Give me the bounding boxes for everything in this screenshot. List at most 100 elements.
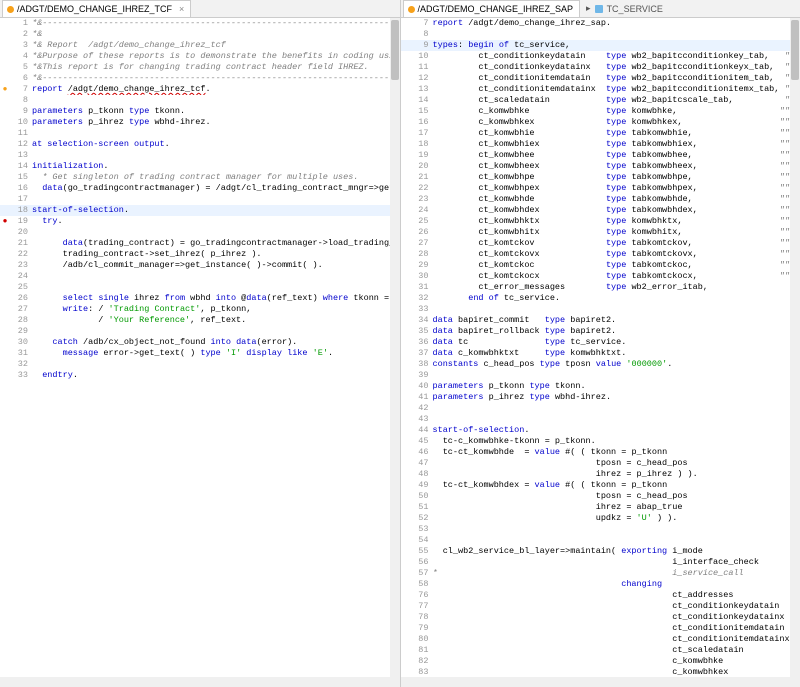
line-content[interactable]: tposn = c_head_pos (433, 491, 800, 502)
line-content[interactable]: updkz = 'U' ) ). (433, 513, 800, 524)
code-line[interactable]: 28 / 'Your Reference', ref_text. (0, 315, 400, 326)
code-line[interactable]: 51 ihrez = abap_true (401, 502, 800, 513)
line-content[interactable] (32, 359, 400, 370)
code-line[interactable]: 21 ct_komwbhpe type tabkomwbhpe, "" part… (401, 172, 800, 183)
line-content[interactable] (433, 304, 800, 315)
code-line[interactable]: 4*&Purpose of these reports is to demons… (0, 51, 400, 62)
line-content[interactable]: data bapiret_rollback type bapiret2. (433, 326, 800, 337)
line-content[interactable]: /adb/cl_commit_manager=>get_instance( )-… (32, 260, 400, 271)
code-line[interactable]: 80 ct_conditionitemdatainx = tc-ct_condi… (401, 634, 800, 645)
line-content[interactable]: data tc type tc_service. (433, 337, 800, 348)
tab-right[interactable]: /ADGT/DEMO_CHANGE_IHREZ_SAP (403, 0, 581, 17)
code-line[interactable]: 54 (401, 535, 800, 546)
line-content[interactable] (433, 414, 800, 425)
code-line[interactable]: 44start-of-selection. (401, 425, 800, 436)
line-content[interactable]: ct_komwbhiex type tabkomwbhiex, "" contr… (433, 139, 800, 150)
code-line[interactable]: 30 catch /adb/cx_object_not_found into d… (0, 337, 400, 348)
code-line[interactable]: 38constants c_head_pos type tposn value … (401, 359, 800, 370)
code-line[interactable]: 16 data(go_tradingcontractmanager) = /ad… (0, 183, 400, 194)
code-line[interactable]: 55 cl_wb2_service_bl_layer=>maintain( ex… (401, 546, 800, 557)
code-line[interactable]: 21 data(trading_contract) = go_tradingco… (0, 238, 400, 249)
line-content[interactable]: at selection-screen output. (32, 139, 400, 150)
line-content[interactable]: tposn = c_head_pos (433, 458, 800, 469)
code-line[interactable]: 24 (0, 271, 400, 282)
code-line[interactable]: 29 ct_komtckoc type tabkomtckoc, "" Cond… (401, 260, 800, 271)
code-line[interactable]: 29 (0, 326, 400, 337)
line-content[interactable]: initialization. (32, 161, 400, 172)
line-content[interactable]: ct_komtckovx type tabkomtckovx, "" contr… (433, 249, 800, 260)
code-line[interactable]: 19 ct_komwbhee type tabkomwbhee, "" sche… (401, 150, 800, 161)
code-line[interactable]: 5*&This report is for changing trading c… (0, 62, 400, 73)
scrollbar-horizontal[interactable] (0, 677, 390, 687)
code-line[interactable]: 1*&-------------------------------------… (0, 18, 400, 29)
code-line[interactable]: 42 (401, 403, 800, 414)
code-line[interactable]: 43 (401, 414, 800, 425)
line-content[interactable]: *&Purpose of these reports is to demonst… (32, 51, 400, 62)
code-line[interactable]: 47 tposn = c_head_pos (401, 458, 800, 469)
code-line[interactable]: 41parameters p_ihrez type wbhd-ihrez. (401, 392, 800, 403)
line-content[interactable] (32, 271, 400, 282)
code-line[interactable]: 23 /adb/cl_commit_manager=>get_instance(… (0, 260, 400, 271)
code-line[interactable]: 2*& (0, 29, 400, 40)
line-content[interactable]: *& Report /adgt/demo_change_ihrez_tcf (32, 40, 400, 51)
line-content[interactable]: data c_komwbhktxt type komwbhktxt. (433, 348, 800, 359)
code-line[interactable]: 57* i_service_call = 'X'[] (401, 568, 800, 579)
line-content[interactable]: c_komwbhkex type komwbhkex, "" control h… (433, 117, 800, 128)
code-line[interactable]: 24 ct_komwbhdex type tabkomwbhdex, "" co… (401, 205, 800, 216)
line-content[interactable] (433, 524, 800, 535)
left-editor[interactable]: 1*&-------------------------------------… (0, 18, 400, 687)
line-content[interactable] (433, 403, 800, 414)
line-content[interactable]: select single ihrez from wbhd into @data… (32, 293, 400, 304)
code-line[interactable]: 22 trading_contract->set_ihrez( p_ihrez … (0, 249, 400, 260)
close-icon[interactable]: × (179, 4, 184, 14)
code-line[interactable]: 34data bapiret_commit type bapiret2. (401, 315, 800, 326)
line-content[interactable]: report /adgt/demo_change_ihrez_sap. (433, 18, 800, 29)
code-line[interactable]: 14 ct_scaledatain type wb2_bapitcscale_t… (401, 95, 800, 106)
line-content[interactable]: ct_conditionitemdatain = tc-ct_condition… (433, 623, 800, 634)
code-line[interactable]: 31 message error->get_text( ) type 'I' d… (0, 348, 400, 359)
breadcrumb[interactable]: ▸ TC_SERVICE (582, 2, 667, 15)
code-line[interactable]: 56 i_interface_check = abap_false (401, 557, 800, 568)
code-line[interactable]: 27 write: / 'Trading Contract', p_tkonn, (0, 304, 400, 315)
line-content[interactable] (433, 29, 800, 40)
code-line[interactable]: ●19 try. (0, 216, 400, 227)
code-line[interactable]: 46 tc-ct_komwbhde = value #( ( tkonn = p… (401, 447, 800, 458)
code-line[interactable]: 48 ihrez = p_ihrez ) ). (401, 469, 800, 480)
line-content[interactable]: ct_conditionkeydatainx = tc-ct_condition… (433, 612, 800, 623)
code-line[interactable]: ●7report /adgt/demo_change_ihrez_tcf. (0, 84, 400, 95)
line-content[interactable]: cl_wb2_service_bl_layer=>maintain( expor… (433, 546, 800, 557)
line-content[interactable]: data bapiret_commit type bapiret2. (433, 315, 800, 326)
line-content[interactable]: * Get singleton of trading contract mana… (32, 172, 400, 183)
line-content[interactable]: ct_komtckov type tabkomtckov, "" Conditi… (433, 238, 800, 249)
code-line[interactable]: 32 (0, 359, 400, 370)
code-line[interactable]: 40parameters p_tkonn type tkonn. (401, 381, 800, 392)
code-line[interactable]: 58 changing (401, 579, 800, 590)
line-content[interactable]: tc-c_komwbhke-tkonn = p_tkonn. (433, 436, 800, 447)
line-content[interactable]: ct_conditionkeydatainx type wb2_bapitcco… (433, 62, 800, 73)
code-line[interactable]: 10 ct_conditionkeydatain type wb2_bapitc… (401, 51, 800, 62)
line-content[interactable]: catch /adb/cx_object_not_found into data… (32, 337, 400, 348)
line-content[interactable]: start-of-selection. (32, 205, 400, 216)
line-content[interactable]: ct_conditionkeydatain type wb2_bapitccon… (433, 51, 800, 62)
code-line[interactable]: 11 (0, 128, 400, 139)
line-content[interactable]: ct_komwbhie type tabkomwbhie, "" items (433, 128, 800, 139)
code-line[interactable]: 22 ct_komwbhpex type tabkomwbhpex, "" co… (401, 183, 800, 194)
code-line[interactable]: 25 ct_komwbhktx type komwbhktx, "" text … (401, 216, 800, 227)
line-content[interactable]: trading_contract->set_ihrez( p_ihrez ). (32, 249, 400, 260)
line-content[interactable]: ihrez = abap_true (433, 502, 800, 513)
line-content[interactable]: *&--------------------------------------… (32, 18, 400, 29)
code-line[interactable]: 33 endtry. (0, 370, 400, 381)
line-content[interactable]: ct_komwbhpex type tabkomwbhpex, "" conto… (433, 183, 800, 194)
code-line[interactable]: 6*&-------------------------------------… (0, 73, 400, 84)
line-content[interactable]: end of tc_service. (433, 293, 800, 304)
line-content[interactable]: ct_addresses = (433, 590, 800, 601)
line-content[interactable] (32, 95, 400, 106)
code-line[interactable]: 8 (0, 95, 400, 106)
line-content[interactable]: ct_komwbhpe type tabkomwbhpe, "" partner (433, 172, 800, 183)
line-content[interactable]: parameters p_tkonn type tkonn. (32, 106, 400, 117)
line-content[interactable]: ct_scaledatain type wb2_bapitcscale_tab,… (433, 95, 800, 106)
code-line[interactable]: 12 ct_conditionitemdatain type wb2_bapit… (401, 73, 800, 84)
code-line[interactable]: 10parameters p_ihrez type wbhd-ihrez. (0, 117, 400, 128)
line-content[interactable]: tc-ct_komwbhdex = value #( ( tkonn = p_t… (433, 480, 800, 491)
line-content[interactable]: changing (433, 579, 800, 590)
